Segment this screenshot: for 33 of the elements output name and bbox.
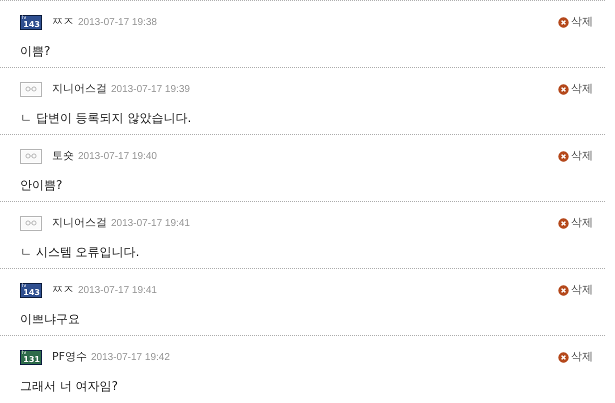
comment-date: 2013-07-17 19:41: [78, 284, 157, 298]
delete-button[interactable]: 삭제: [558, 80, 593, 98]
comment-text: ㄴ 시스템 오류입니다.: [20, 244, 140, 261]
author-name: 지니어스걸: [52, 214, 107, 231]
comment-date: 2013-07-17 19:41: [111, 216, 190, 230]
comment-text: ㄴ 답변이 등록되지 않았습니다.: [20, 110, 192, 127]
comment-date: 2013-07-17 19:38: [78, 16, 157, 30]
delete-button[interactable]: 삭제: [558, 282, 593, 298]
delete-button[interactable]: 삭제: [558, 14, 593, 30]
delete-icon: [558, 352, 569, 362]
comment-text: 이쁨?: [20, 43, 52, 60]
delete-button[interactable]: 삭제: [558, 214, 593, 232]
delete-button[interactable]: 삭제: [558, 148, 593, 164]
guest-badge-icon: [20, 148, 42, 164]
delete-icon: [558, 218, 569, 228]
comment-date: 2013-07-17 19:40: [78, 150, 157, 164]
delete-icon: [558, 16, 569, 28]
author-name: ㅉㅈ: [52, 14, 74, 30]
guest-badge-icon: [20, 82, 42, 96]
author-name: PF영수: [52, 348, 87, 365]
author-name: ㅉㅈ: [52, 282, 74, 298]
author-name: 지니어스걸: [52, 80, 107, 97]
guest-badge-icon: [20, 216, 42, 230]
comment-text: 그래서 너 여자임?: [20, 378, 119, 395]
comment-date: 2013-07-17 19:39: [111, 82, 190, 96]
comment-text: 이쁘냐구요: [20, 311, 81, 328]
delete-icon: [558, 150, 569, 162]
comment-date: 2013-07-17 19:42: [90, 350, 170, 364]
comment-text: 안이쁨?: [20, 177, 64, 194]
delete-icon: [558, 284, 569, 296]
author-name: 토숏: [52, 148, 74, 164]
delete-icon: [558, 84, 569, 94]
delete-button[interactable]: 삭제: [558, 348, 593, 366]
